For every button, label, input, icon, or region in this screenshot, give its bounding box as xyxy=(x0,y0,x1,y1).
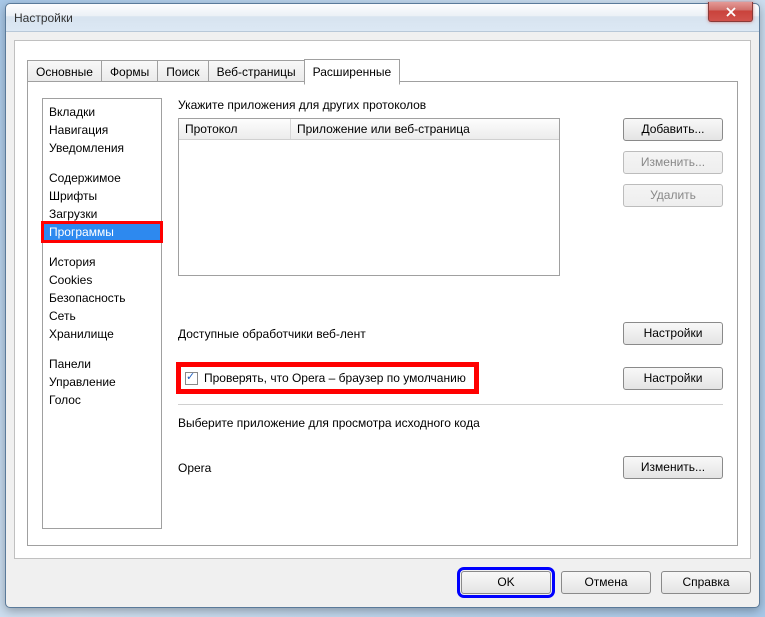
col-application[interactable]: Приложение или веб-страница xyxy=(291,119,559,139)
sidebar-item-notifications[interactable]: Уведомления xyxy=(43,139,161,157)
sidebar-item-fonts[interactable]: Шрифты xyxy=(43,187,161,205)
content-panel: Укажите приложения для других протоколов… xyxy=(178,98,723,529)
sidebar-item-content[interactable]: Содержимое xyxy=(43,169,161,187)
delete-button: Удалить xyxy=(623,184,723,207)
tab-frame: Вкладки Навигация Уведомления Содержимое… xyxy=(27,81,738,546)
sidebar-item-downloads[interactable]: Загрузки xyxy=(43,205,161,223)
viewer-row: Opera Изменить... xyxy=(178,456,723,479)
cancel-button[interactable]: Отмена xyxy=(561,571,651,594)
feed-row: Доступные обработчики веб-лент Настройки xyxy=(178,322,723,345)
sidebar-item-programs[interactable]: Программы xyxy=(43,223,161,241)
viewer-app-name: Opera xyxy=(178,461,211,475)
sidebar-item-storage[interactable]: Хранилище xyxy=(43,325,161,343)
protocols-header: Протокол Приложение или веб-страница xyxy=(179,119,559,140)
close-button[interactable] xyxy=(708,2,753,22)
close-icon xyxy=(726,7,736,17)
sidebar: Вкладки Навигация Уведомления Содержимое… xyxy=(42,98,162,529)
protocols-label: Укажите приложения для других протоколов xyxy=(178,98,723,112)
protocol-buttons: Добавить... Изменить... Удалить xyxy=(623,118,723,207)
sidebar-item-network[interactable]: Сеть xyxy=(43,307,161,325)
default-settings-button[interactable]: Настройки xyxy=(623,367,723,390)
feed-settings-button[interactable]: Настройки xyxy=(623,322,723,345)
col-protocol[interactable]: Протокол xyxy=(179,119,291,139)
sidebar-item-history[interactable]: История xyxy=(43,253,161,271)
sidebar-item-tabs[interactable]: Вкладки xyxy=(43,103,161,121)
feed-label: Доступные обработчики веб-лент xyxy=(178,327,366,341)
help-button[interactable]: Справка xyxy=(661,571,751,594)
client-area: Основные Формы Поиск Веб-страницы Расшир… xyxy=(14,40,751,559)
sidebar-item-management[interactable]: Управление xyxy=(43,373,161,391)
default-browser-row: Проверять, что Opera – браузер по умолча… xyxy=(178,364,723,392)
sidebar-item-panels[interactable]: Панели xyxy=(43,355,161,373)
sidebar-item-voice[interactable]: Голос xyxy=(43,391,161,409)
viewer-label: Выберите приложение для просмотра исходн… xyxy=(178,416,480,430)
separator xyxy=(178,404,723,405)
default-browser-group: Проверять, что Opera – браузер по умолча… xyxy=(178,364,477,392)
add-button[interactable]: Добавить... xyxy=(623,118,723,141)
ok-button[interactable]: OK xyxy=(461,571,551,594)
sidebar-item-security[interactable]: Безопасность xyxy=(43,289,161,307)
default-browser-checkbox[interactable] xyxy=(185,372,198,385)
change-button[interactable]: Изменить... xyxy=(623,456,723,479)
edit-button: Изменить... xyxy=(623,151,723,174)
titlebar[interactable]: Настройки xyxy=(6,4,759,32)
window-title: Настройки xyxy=(14,11,73,25)
protocols-table[interactable]: Протокол Приложение или веб-страница xyxy=(178,118,560,276)
settings-window: Настройки Основные Формы Поиск Веб-стран… xyxy=(5,3,760,608)
sidebar-item-navigation[interactable]: Навигация xyxy=(43,121,161,139)
sidebar-item-cookies[interactable]: Cookies xyxy=(43,271,161,289)
footer: OK Отмена Справка xyxy=(14,567,751,597)
tab-advanced[interactable]: Расширенные xyxy=(304,59,401,85)
default-browser-label: Проверять, что Opera – браузер по умолча… xyxy=(204,371,466,385)
